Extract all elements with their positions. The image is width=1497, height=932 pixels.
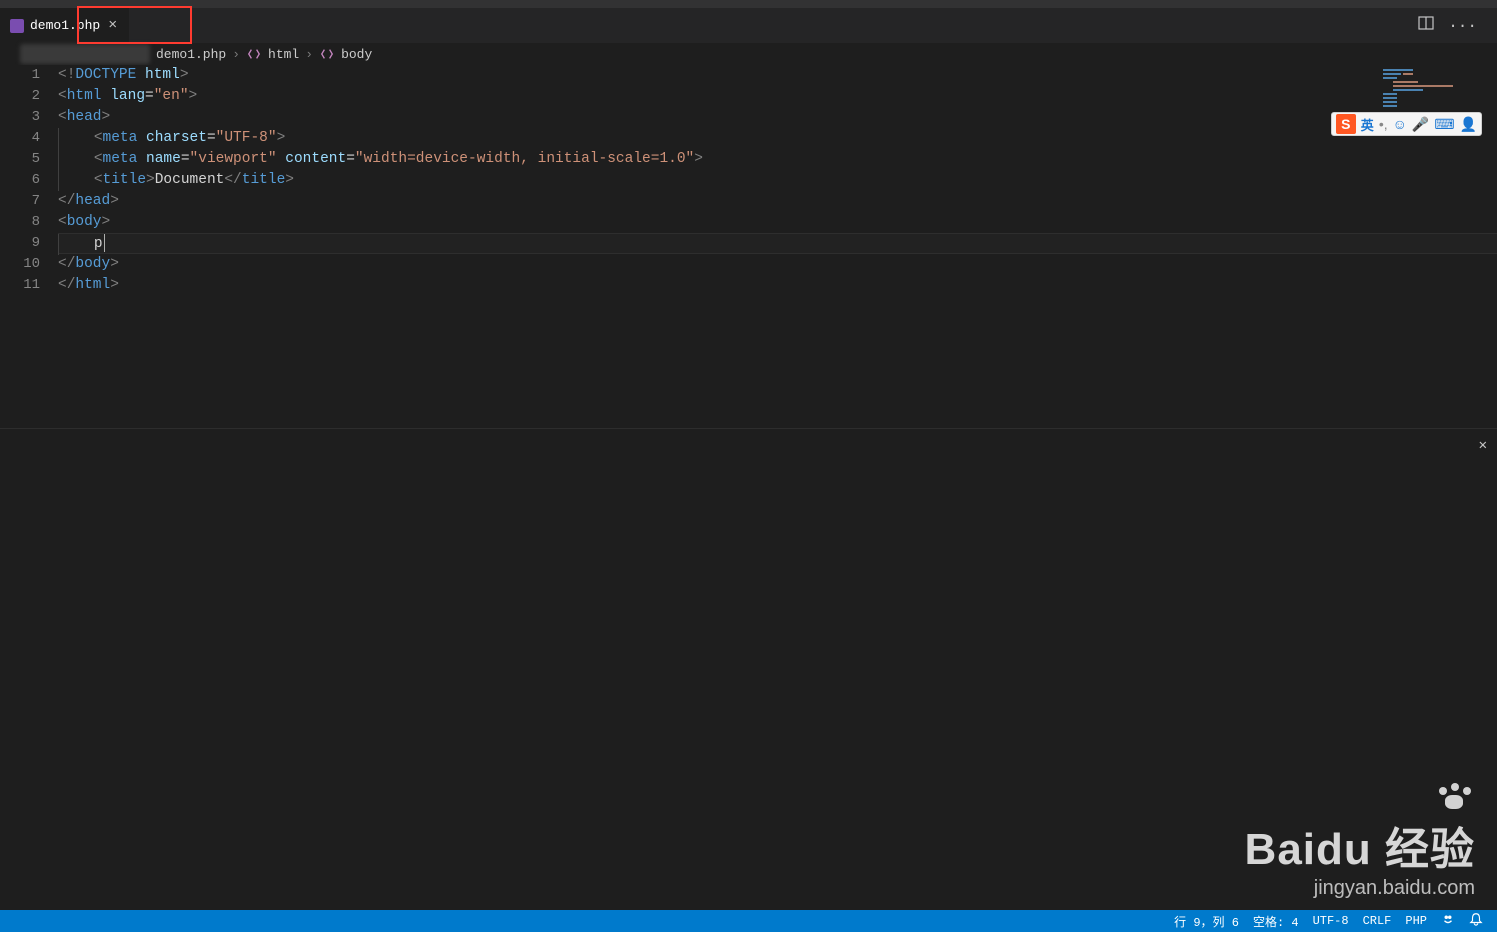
chevron-right-icon: ›: [232, 47, 240, 62]
sogou-icon[interactable]: S: [1336, 114, 1356, 134]
code-line: <body>: [58, 212, 1497, 233]
split-editor-icon[interactable]: [1418, 15, 1434, 36]
status-eol[interactable]: CRLF: [1363, 914, 1392, 928]
tabs-row: demo1.php × ···: [0, 8, 1497, 43]
code-line: </head>: [58, 191, 1497, 212]
tab-demo1[interactable]: demo1.php ×: [0, 8, 130, 43]
blurred-path: [20, 44, 150, 64]
status-indentation[interactable]: 空格: 4: [1253, 913, 1299, 930]
emoji-icon[interactable]: ☺: [1393, 116, 1407, 132]
bell-icon[interactable]: [1469, 912, 1483, 930]
line-numbers: 1 2 3 4 5 6 7 8 9 10 11: [0, 65, 58, 428]
php-file-icon: [10, 19, 24, 33]
editor[interactable]: 1 2 3 4 5 6 7 8 9 10 11 <!DOCTYPE html> …: [0, 65, 1497, 428]
statusbar: 行 9，列 6 空格: 4 UTF-8 CRLF PHP: [0, 910, 1497, 932]
feedback-icon[interactable]: [1441, 912, 1455, 930]
ime-language[interactable]: 英: [1361, 115, 1374, 134]
code-line: <head>: [58, 107, 1497, 128]
breadcrumbs[interactable]: demo1.php › html › body: [0, 43, 1497, 65]
code-line: <meta charset="UTF-8">: [58, 128, 1497, 149]
ime-toolbar[interactable]: S 英 •, ☺ 🎤 ⌨ 👤: [1331, 112, 1482, 136]
code-line: <html lang="en">: [58, 86, 1497, 107]
breadcrumb-file[interactable]: demo1.php: [156, 47, 226, 62]
punctuation-icon[interactable]: •,: [1379, 116, 1388, 132]
brackets-icon: [319, 46, 335, 62]
cursor: [104, 234, 105, 252]
bottom-panel: ✕: [0, 428, 1497, 848]
code-line: </body>: [58, 254, 1497, 275]
breadcrumb-body[interactable]: body: [341, 47, 372, 62]
status-language[interactable]: PHP: [1405, 914, 1427, 928]
status-cursor-position[interactable]: 行 9，列 6: [1174, 913, 1239, 930]
close-icon[interactable]: ✕: [1479, 437, 1487, 454]
code-line-current: p: [58, 233, 1497, 254]
breadcrumb-html[interactable]: html: [268, 47, 299, 62]
chevron-right-icon: ›: [305, 47, 313, 62]
minimap[interactable]: [1383, 69, 1483, 109]
code-line: <meta name="viewport" content="width=dev…: [58, 149, 1497, 170]
code-line: </html>: [58, 275, 1497, 296]
watermark-url: jingyan.baidu.com: [1245, 877, 1475, 900]
code-line: <title>Document</title>: [58, 170, 1497, 191]
close-icon[interactable]: ×: [106, 17, 119, 34]
user-icon[interactable]: 👤: [1460, 116, 1477, 133]
code-area[interactable]: <!DOCTYPE html> <html lang="en"> <head> …: [58, 65, 1497, 428]
mic-icon[interactable]: 🎤: [1412, 116, 1429, 133]
titlebar: [0, 0, 1497, 8]
code-line: <!DOCTYPE html>: [58, 65, 1497, 86]
more-actions-icon[interactable]: ···: [1448, 17, 1477, 35]
keyboard-icon[interactable]: ⌨: [1434, 116, 1454, 133]
status-encoding[interactable]: UTF-8: [1313, 914, 1349, 928]
vscode-logo-icon: [649, 537, 849, 741]
brackets-icon: [246, 46, 262, 62]
tab-label: demo1.php: [30, 18, 100, 33]
